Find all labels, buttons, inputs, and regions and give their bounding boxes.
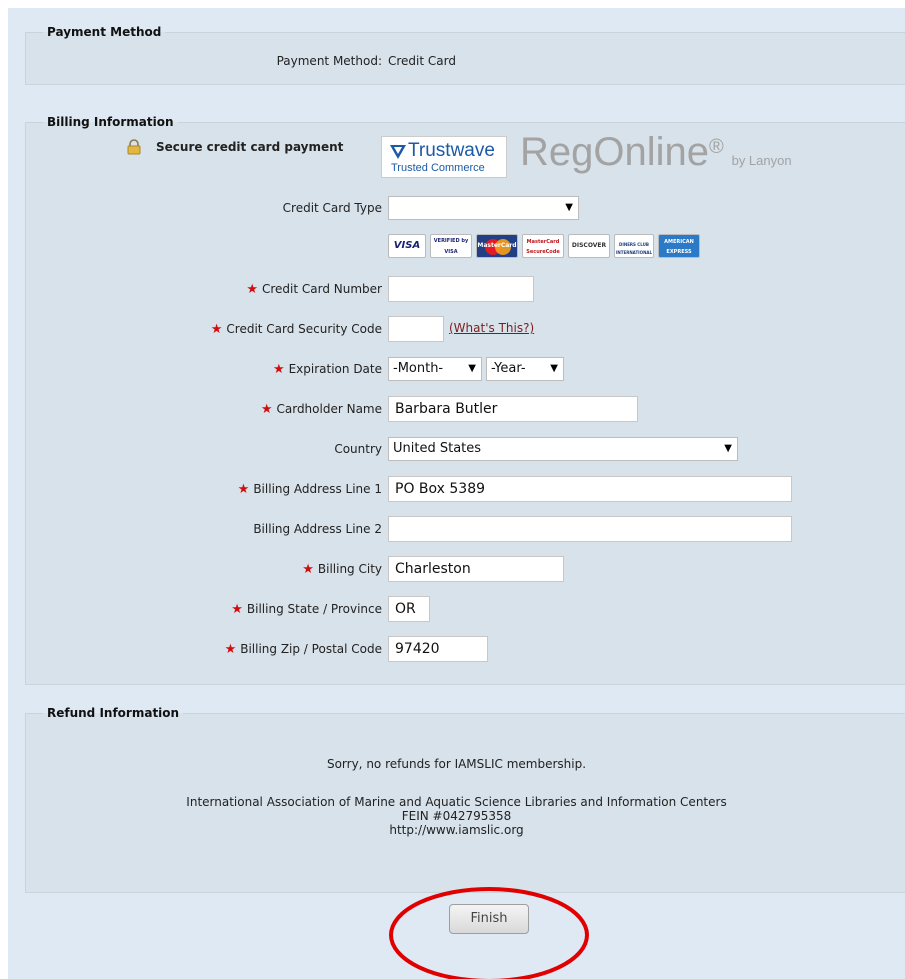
verified-by-visa-logo: VERIFIED by VISA	[430, 234, 472, 258]
required-mark: ★	[302, 562, 314, 577]
whats-this-link[interactable]: (What's This?)	[449, 321, 534, 335]
amex-logo: AMERICAN EXPRESS	[658, 234, 700, 258]
city-label: ★ Billing City	[302, 562, 382, 577]
org-url: http://www.iamslic.org	[389, 823, 524, 837]
cardholder-label: ★ Cardholder Name	[260, 402, 382, 417]
expiration-month-select[interactable]: -Month- ▼	[388, 357, 482, 381]
zip-label: ★ Billing Zip / Postal Code	[224, 642, 382, 657]
diners-club-logo: DINERS CLUB INTERNATIONAL	[614, 234, 654, 258]
billing-info-legend: Billing Information	[47, 115, 174, 129]
payment-method-label: Payment Method:	[276, 54, 382, 68]
visa-logo: VISA	[388, 234, 426, 258]
regonline-by: by Lanyon	[731, 153, 792, 168]
required-mark: ★	[210, 322, 223, 337]
form-container: Payment Method Payment Method: Credit Ca…	[8, 8, 905, 979]
discover-logo: DISCOVER	[568, 234, 610, 258]
required-mark: ★	[260, 402, 273, 417]
regonline-logo: RegOnline® by Lanyon	[520, 130, 792, 174]
chevron-down-icon: ▼	[550, 363, 558, 374]
country-select[interactable]: United States ▼	[388, 437, 738, 461]
required-mark: ★	[237, 482, 250, 497]
mastercard-securecode-logo: MasterCard SecureCode	[522, 234, 564, 258]
expiration-year-select[interactable]: -Year- ▼	[486, 357, 564, 381]
refund-info-legend: Refund Information	[47, 706, 180, 720]
security-code-label: ★ Credit Card Security Code	[210, 322, 382, 337]
state-input[interactable]: OR	[388, 596, 430, 622]
required-mark: ★	[231, 602, 243, 617]
regonline-reg-mark: ®	[709, 136, 724, 158]
zip-input[interactable]: 97420	[388, 636, 488, 662]
payment-method-section: Payment Method	[25, 25, 905, 85]
payment-method-value: Credit Card	[388, 54, 456, 68]
secure-payment-text: Secure credit card payment	[156, 140, 344, 154]
address2-label: Billing Address Line 2	[253, 522, 382, 536]
trustwave-tagline: Trusted Commerce	[391, 162, 485, 174]
state-label: ★ Billing State / Province	[231, 602, 382, 617]
lock-icon	[126, 139, 142, 155]
city-input[interactable]: Charleston	[388, 556, 564, 582]
trustwave-name: Trustwave	[408, 140, 495, 161]
required-mark: ★	[246, 282, 258, 297]
address1-input[interactable]: PO Box 5389	[388, 476, 792, 502]
card-logos: VISA VERIFIED by VISA MasterCard MasterC…	[388, 234, 700, 258]
chevron-down-icon: ▼	[724, 443, 732, 454]
card-number-input[interactable]	[388, 276, 534, 302]
card-number-label: ★ Credit Card Number	[246, 282, 382, 297]
address2-input[interactable]	[388, 516, 792, 542]
fein-number: FEIN #042795358	[401, 809, 512, 823]
required-mark: ★	[224, 642, 237, 657]
trustwave-logo-icon	[390, 145, 406, 159]
org-name: International Association of Marine and …	[186, 795, 727, 809]
cardholder-input[interactable]: Barbara Butler	[388, 396, 638, 422]
security-code-input[interactable]	[388, 316, 444, 342]
regonline-name: RegOnline	[520, 130, 710, 174]
country-label: Country	[334, 442, 382, 456]
card-type-label: Credit Card Type	[282, 201, 382, 215]
chevron-down-icon: ▼	[468, 363, 476, 374]
highlight-circle-annotation	[389, 887, 589, 979]
required-mark: ★	[272, 362, 285, 377]
chevron-down-icon: ▼	[565, 202, 573, 213]
page: Payment Method Payment Method: Credit Ca…	[0, 0, 905, 979]
expiration-label: ★ Expiration Date	[272, 362, 382, 377]
mastercard-logo: MasterCard	[476, 234, 518, 258]
refund-notice: Sorry, no refunds for IAMSLIC membership…	[326, 757, 587, 771]
address1-label: ★ Billing Address Line 1	[237, 482, 382, 497]
trustwave-badge: Trustwave Trusted Commerce	[381, 136, 507, 178]
card-type-select[interactable]: ▼	[388, 196, 579, 220]
payment-method-legend: Payment Method	[47, 25, 162, 39]
